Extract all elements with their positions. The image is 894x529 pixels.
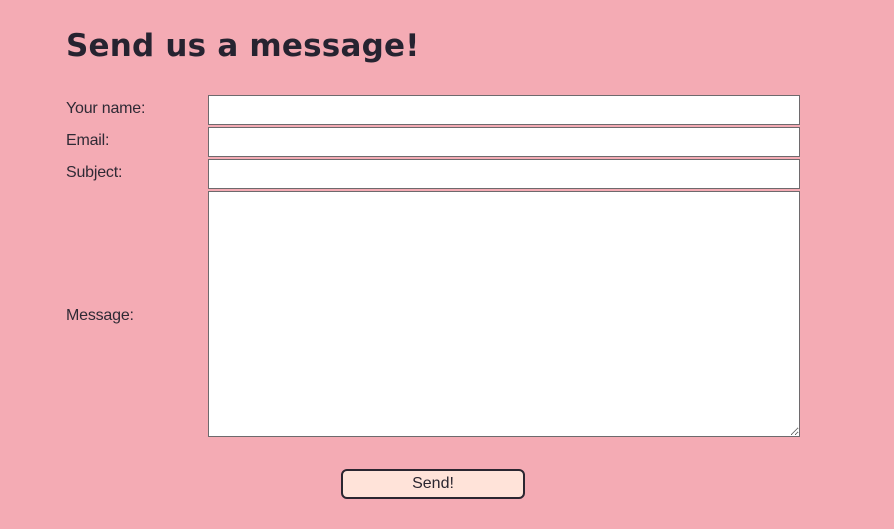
subject-field[interactable] [208,159,800,189]
message-field[interactable] [208,191,800,437]
name-label: Your name: [66,100,146,117]
email-field[interactable] [208,127,800,157]
subject-label: Subject: [66,164,123,181]
page-title: Send us a message! [66,28,420,64]
contact-page: Send us a message! Your name: Email: Sub… [0,0,894,529]
message-label: Message: [66,307,134,324]
name-field[interactable] [208,95,800,125]
email-label: Email: [66,132,110,149]
send-button[interactable]: Send! [341,469,525,499]
